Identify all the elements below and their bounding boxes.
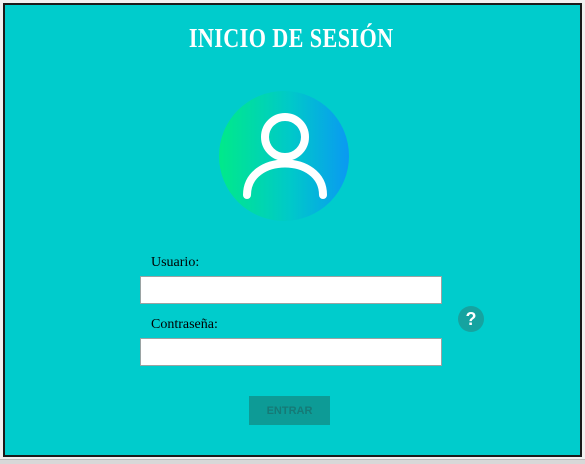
enter-button[interactable]: ENTRAR: [249, 396, 330, 425]
username-input[interactable]: [140, 276, 442, 304]
password-label: Contraseña:: [151, 317, 218, 332]
password-input[interactable]: [140, 338, 442, 366]
username-label: Usuario:: [151, 255, 200, 270]
login-window: INICIO DE SESIÓN Usuario: Contraseña: ? …: [3, 3, 582, 457]
user-avatar-icon: [219, 91, 349, 221]
page-title: INICIO DE SESIÓN: [188, 23, 394, 53]
help-icon[interactable]: ?: [458, 306, 484, 332]
window-bottom-edge: [0, 459, 585, 464]
user-silhouette-icon: [243, 113, 327, 199]
